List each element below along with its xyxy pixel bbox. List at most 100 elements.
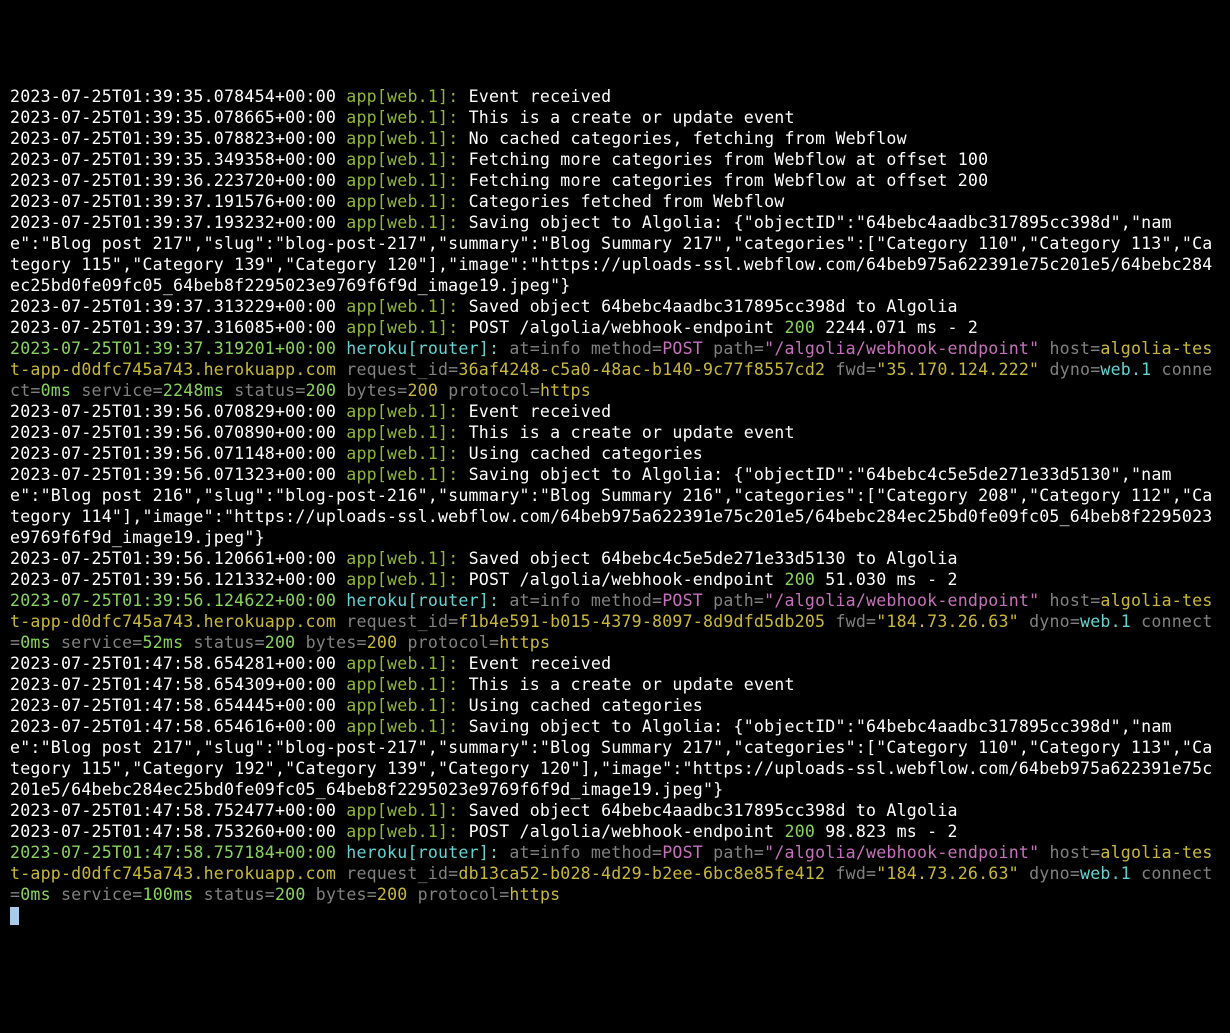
kv-dyno: dyno= — [1019, 612, 1080, 631]
http-method: POST — [662, 591, 703, 610]
kv-fwd: fwd= — [825, 612, 876, 631]
dyno-value: web.1 — [1100, 360, 1151, 379]
timestamp: 2023-07-25T01:39:56.071148+00:00 — [10, 444, 336, 463]
timestamp: 2023-07-25T01:39:35.078665+00:00 — [10, 108, 336, 127]
log-line: 2023-07-25T01:39:56.121332+00:00 app[web… — [10, 569, 1220, 590]
timestamp: 2023-07-25T01:47:58.654445+00:00 — [10, 696, 336, 715]
source-app: app[web.1]: — [346, 465, 458, 484]
source-app: app[web.1]: — [346, 423, 458, 442]
connect-value: 0ms — [41, 381, 72, 400]
source-app: app[web.1]: — [346, 717, 458, 736]
log-line: 2023-07-25T01:39:37.193232+00:00 app[web… — [10, 212, 1220, 296]
request-id-value: 36af4248-c5a0-48ac-b140-9c77f8557cd2 — [458, 360, 825, 379]
http-status: 200 — [785, 822, 816, 841]
log-line: 2023-07-25T01:39:35.078823+00:00 app[web… — [10, 128, 1220, 149]
timestamp: 2023-07-25T01:39:37.193232+00:00 — [10, 213, 336, 232]
kv-dyno: dyno= — [1039, 360, 1100, 379]
log-line: 2023-07-25T01:47:58.757184+00:00 heroku[… — [10, 842, 1220, 905]
kv-at-method: at=info method= — [499, 843, 662, 862]
log-line: 2023-07-25T01:39:37.313229+00:00 app[web… — [10, 296, 1220, 317]
request-id-value: f1b4e591-b015-4379-8097-8d9dfd5db205 — [458, 612, 825, 631]
source-app: app[web.1]: — [346, 801, 458, 820]
timestamp: 2023-07-25T01:47:58.752477+00:00 — [10, 801, 336, 820]
log-line: 2023-07-25T01:39:36.223720+00:00 app[web… — [10, 170, 1220, 191]
log-message: Event received — [469, 87, 612, 106]
timestamp: 2023-07-25T01:39:37.313229+00:00 — [10, 297, 336, 316]
log-line: 2023-07-25T01:39:56.070890+00:00 app[web… — [10, 422, 1220, 443]
timestamp: 2023-07-25T01:39:35.078823+00:00 — [10, 129, 336, 148]
source-app: app[web.1]: — [346, 297, 458, 316]
timestamp: 2023-07-25T01:39:36.223720+00:00 — [10, 171, 336, 190]
log-message: This is a create or update event — [469, 675, 795, 694]
http-status: 200 — [785, 570, 816, 589]
timestamp: 2023-07-25T01:39:35.078454+00:00 — [10, 87, 336, 106]
kv-protocol: protocol= — [438, 381, 540, 400]
source-app: app[web.1]: — [346, 822, 458, 841]
source-app: app[web.1]: — [346, 150, 458, 169]
log-message: This is a create or update event — [469, 108, 795, 127]
log-message: This is a create or update event — [469, 423, 795, 442]
log-message: Event received — [469, 654, 612, 673]
service-value: 2248ms — [163, 381, 224, 400]
timestamp: 2023-07-25T01:39:56.071323+00:00 — [10, 465, 336, 484]
source-app: app[web.1]: — [346, 318, 458, 337]
timestamp: 2023-07-25T01:39:37.319201+00:00 — [10, 339, 336, 358]
log-message: No cached categories, fetching from Webf… — [469, 129, 907, 148]
http-path: "/algolia/webhook-endpoint" — [764, 843, 1039, 862]
log-message: Fetching more categories from Webflow at… — [469, 171, 989, 190]
kv-host: host= — [1039, 843, 1100, 862]
kv-host: host= — [1039, 591, 1100, 610]
protocol-value: https — [509, 885, 560, 904]
timestamp: 2023-07-25T01:39:56.124622+00:00 — [10, 591, 336, 610]
kv-at-method: at=info method= — [499, 591, 662, 610]
log-message: Using cached categories — [469, 696, 703, 715]
source-app: app[web.1]: — [346, 402, 458, 421]
source-router: heroku[router]: — [346, 339, 499, 358]
log-line: 2023-07-25T01:39:56.120661+00:00 app[web… — [10, 548, 1220, 569]
log-line: 2023-07-25T01:39:35.078454+00:00 app[web… — [10, 86, 1220, 107]
log-line: 2023-07-25T01:47:58.654445+00:00 app[web… — [10, 695, 1220, 716]
bytes-value: 200 — [367, 633, 398, 652]
source-app: app[web.1]: — [346, 570, 458, 589]
timestamp: 2023-07-25T01:39:56.070890+00:00 — [10, 423, 336, 442]
status-value: 200 — [265, 633, 296, 652]
http-status: 200 — [785, 318, 816, 337]
timestamp: 2023-07-25T01:39:37.191576+00:00 — [10, 192, 336, 211]
kv-path: path= — [703, 591, 764, 610]
source-app: app[web.1]: — [346, 696, 458, 715]
status-value: 200 — [275, 885, 306, 904]
kv-protocol: protocol= — [397, 633, 499, 652]
log-line: 2023-07-25T01:47:58.654616+00:00 app[web… — [10, 716, 1220, 800]
http-method: POST — [662, 339, 703, 358]
log-line: 2023-07-25T01:39:37.316085+00:00 app[web… — [10, 317, 1220, 338]
kv-at-method: at=info method= — [499, 339, 662, 358]
source-app: app[web.1]: — [346, 444, 458, 463]
terminal-log[interactable]: 2023-07-25T01:39:35.078454+00:00 app[web… — [10, 86, 1220, 926]
service-value: 100ms — [143, 885, 194, 904]
http-post: 2244.071 ms - 2 — [815, 318, 978, 337]
source-router: heroku[router]: — [346, 591, 499, 610]
prompt-line[interactable] — [10, 905, 1220, 926]
kv-bytes: bytes= — [306, 885, 377, 904]
log-line: 2023-07-25T01:39:35.078665+00:00 app[web… — [10, 107, 1220, 128]
http-post: 98.823 ms - 2 — [815, 822, 958, 841]
dyno-value: web.1 — [1080, 864, 1131, 883]
source-app: app[web.1]: — [346, 87, 458, 106]
log-line: 2023-07-25T01:47:58.654309+00:00 app[web… — [10, 674, 1220, 695]
source-app: app[web.1]: — [346, 171, 458, 190]
log-message: Saved object 64bebc4c5e5de271e33d5130 to… — [469, 549, 958, 568]
http-pre: POST /algolia/webhook-endpoint — [469, 318, 785, 337]
kv-status: status= — [193, 885, 275, 904]
kv-dyno: dyno= — [1019, 864, 1080, 883]
kv-status: status= — [183, 633, 265, 652]
timestamp: 2023-07-25T01:47:58.654309+00:00 — [10, 675, 336, 694]
kv-path: path= — [703, 339, 764, 358]
log-message: Fetching more categories from Webflow at… — [469, 150, 989, 169]
log-message: Saved object 64bebc4aadbc317895cc398d to… — [469, 801, 958, 820]
source-router: heroku[router]: — [346, 843, 499, 862]
connect-value: 0ms — [20, 633, 51, 652]
log-line: 2023-07-25T01:39:56.071148+00:00 app[web… — [10, 443, 1220, 464]
timestamp: 2023-07-25T01:47:58.757184+00:00 — [10, 843, 336, 862]
http-post: 51.030 ms - 2 — [815, 570, 958, 589]
status-value: 200 — [306, 381, 337, 400]
